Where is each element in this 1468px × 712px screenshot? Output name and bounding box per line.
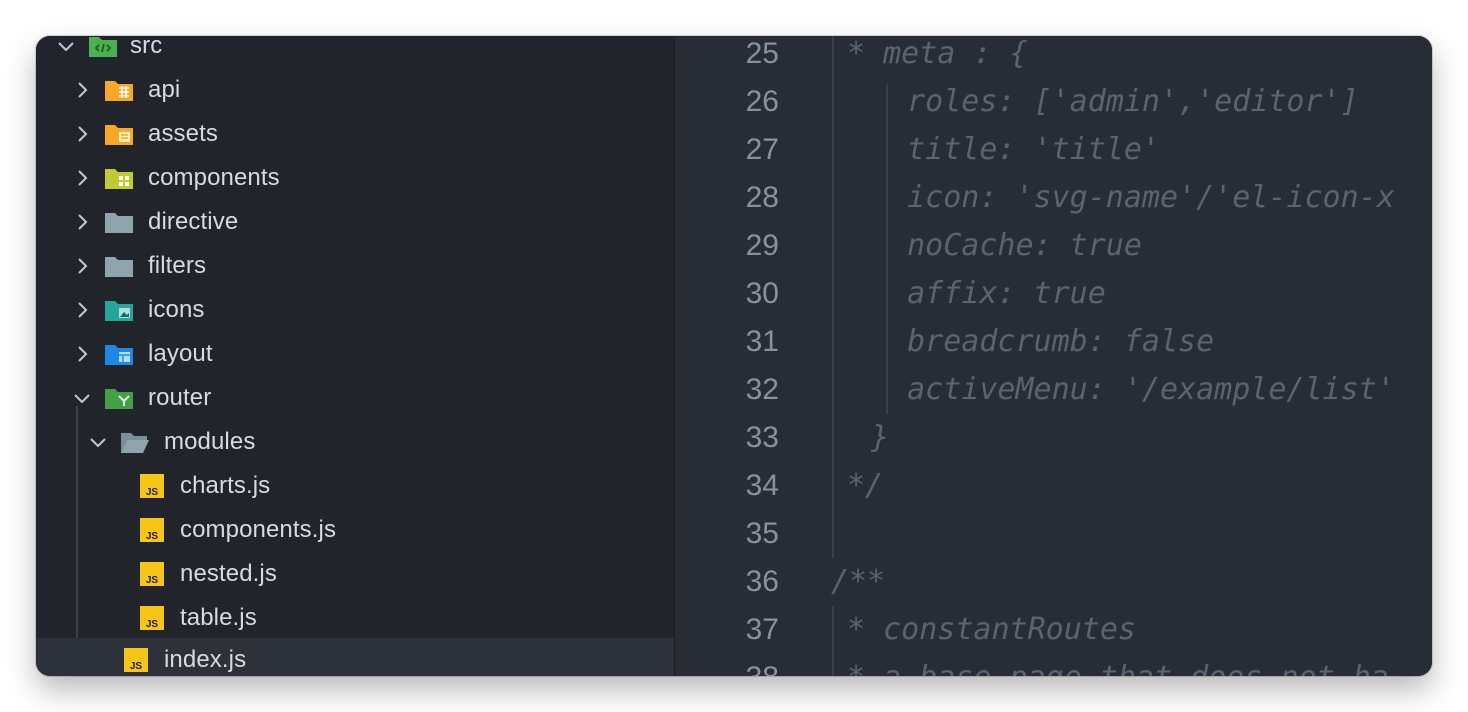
code-line: } xyxy=(871,420,890,455)
chevron-right-icon xyxy=(78,302,88,318)
explorer-item-assets[interactable]: assets xyxy=(36,112,674,156)
code-line: breadcrumb: false xyxy=(871,324,1215,359)
explorer-item-nested-js[interactable]: JS nested.js xyxy=(36,552,674,596)
chevron-right-icon xyxy=(78,82,88,98)
code-editor[interactable]: 25 * meta : { 26 roles: ['admin','editor… xyxy=(675,36,1432,676)
code-line: /** xyxy=(831,564,886,599)
code-line: * a base page that does not ha xyxy=(847,654,1389,676)
line-number: 25 xyxy=(745,37,779,70)
explorer-item-charts-js[interactable]: JS charts.js xyxy=(36,464,674,508)
line-number: 26 xyxy=(745,85,779,118)
vscode-window: src api assets components directive filt… xyxy=(36,36,1432,676)
line-number: 29 xyxy=(745,229,779,262)
folder-components-icon xyxy=(105,169,133,189)
folder-icon xyxy=(105,213,133,233)
folder-src-icon xyxy=(89,37,117,57)
folder-layout-icon xyxy=(105,345,133,365)
explorer-item-label: nested.js xyxy=(180,560,277,587)
svg-text:JS: JS xyxy=(146,619,159,630)
explorer-item-label: api xyxy=(148,76,181,103)
code-line: roles: ['admin','editor'] xyxy=(871,84,1359,119)
explorer-item-label: directive xyxy=(148,208,239,235)
indent-guide xyxy=(832,36,834,558)
folder-open-icon xyxy=(121,433,149,453)
code-line: affix: true xyxy=(871,276,1106,311)
code-line: * constantRoutes xyxy=(847,612,1136,647)
explorer-item-label: index.js xyxy=(164,646,247,673)
explorer-item-router[interactable]: router xyxy=(36,376,674,420)
explorer-item-components[interactable]: components xyxy=(36,156,674,200)
folder-router-icon xyxy=(105,389,133,409)
chevron-right-icon xyxy=(78,214,88,230)
explorer-item-label: layout xyxy=(148,340,213,367)
js-file-icon: JS xyxy=(140,474,164,498)
js-file-icon: JS xyxy=(124,648,148,672)
chevron-right-icon xyxy=(78,258,88,274)
explorer-item-label: assets xyxy=(148,120,218,147)
explorer-item-modules[interactable]: modules xyxy=(36,420,674,464)
explorer-item-label: charts.js xyxy=(180,472,271,499)
file-explorer: src api assets components directive filt… xyxy=(36,36,674,676)
explorer-item-filters[interactable]: filters xyxy=(36,244,674,288)
chevron-right-icon xyxy=(78,346,88,362)
line-number: 34 xyxy=(745,469,779,502)
code-line: title: 'title' xyxy=(871,132,1160,167)
line-number: 33 xyxy=(745,421,779,454)
explorer-item-table-js[interactable]: JS table.js xyxy=(36,596,674,640)
explorer-item-directive[interactable]: directive xyxy=(36,200,674,244)
line-number: 35 xyxy=(745,517,779,550)
js-file-icon: JS xyxy=(140,606,164,630)
line-number: 31 xyxy=(745,325,779,358)
chevron-down-icon xyxy=(90,438,106,448)
chevron-right-icon xyxy=(78,170,88,186)
explorer-item-label: filters xyxy=(148,252,207,279)
explorer-item-label: router xyxy=(148,384,212,411)
line-number: 37 xyxy=(745,613,779,646)
indent-guide xyxy=(832,606,834,676)
line-number: 36 xyxy=(745,565,779,598)
svg-text:JS: JS xyxy=(146,487,159,498)
line-number: 27 xyxy=(745,133,779,166)
explorer-item-icons[interactable]: icons xyxy=(36,288,674,332)
folder-icon xyxy=(105,257,133,277)
explorer-item-label: components xyxy=(148,164,280,191)
folder-api-icon xyxy=(105,81,133,101)
line-number: 32 xyxy=(745,373,779,406)
js-file-icon: JS xyxy=(140,562,164,586)
explorer-item-label: modules xyxy=(164,428,256,455)
svg-text:JS: JS xyxy=(130,661,143,672)
chevron-right-icon xyxy=(78,126,88,142)
explorer-item-label: components.js xyxy=(180,516,337,543)
explorer-item-index-js[interactable]: JS index.js xyxy=(36,638,674,676)
code-line: */ xyxy=(847,468,884,503)
explorer-item-layout[interactable]: layout xyxy=(36,332,674,376)
explorer-item-api[interactable]: api xyxy=(36,68,674,112)
chevron-down-icon xyxy=(74,394,90,404)
explorer-item-components-js[interactable]: JS components.js xyxy=(36,508,674,552)
line-number: 38 xyxy=(675,654,779,676)
svg-text:JS: JS xyxy=(146,575,159,586)
line-number: 28 xyxy=(745,181,779,214)
explorer-item-label: src xyxy=(130,36,163,59)
code-line: noCache: true xyxy=(871,228,1142,263)
js-file-icon: JS xyxy=(140,518,164,542)
explorer-item-src[interactable]: src xyxy=(36,36,674,68)
folder-images-icon xyxy=(105,301,133,321)
line-number: 30 xyxy=(745,277,779,310)
svg-text:JS: JS xyxy=(146,531,159,542)
code-line: icon: 'svg-name'/'el-icon-x xyxy=(871,180,1395,215)
explorer-item-label: icons xyxy=(148,296,205,323)
explorer-item-label: table.js xyxy=(180,604,257,631)
code-line: * meta : { xyxy=(847,36,1028,71)
code-line: activeMenu: '/example/list' xyxy=(871,372,1395,407)
folder-assets-icon xyxy=(105,125,133,145)
chevron-down-icon xyxy=(58,42,74,52)
